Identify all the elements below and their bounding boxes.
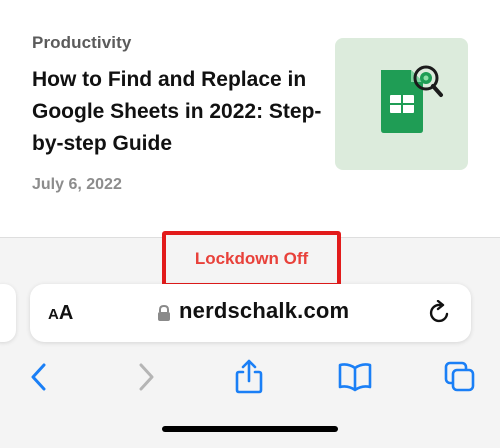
share-icon[interactable] <box>233 358 265 399</box>
google-sheets-search-icon <box>381 65 443 133</box>
reload-icon[interactable] <box>428 299 452 331</box>
previous-tab-peek[interactable] <box>0 284 16 342</box>
lockdown-highlight: Lockdown Off <box>162 231 341 287</box>
url-domain[interactable]: nerdschalk.com <box>179 298 349 324</box>
home-indicator[interactable] <box>162 426 338 432</box>
book-icon[interactable] <box>337 362 373 397</box>
address-bar[interactable]: AA nerdschalk.com <box>30 284 471 342</box>
article-category[interactable]: Productivity <box>32 33 131 53</box>
lock-icon <box>156 304 172 327</box>
chevron-right-icon[interactable] <box>134 362 158 397</box>
article-date: July 6, 2022 <box>32 176 122 193</box>
chevron-left-icon[interactable] <box>27 362 51 397</box>
text-size-button[interactable]: AA <box>48 302 73 325</box>
tabs-icon[interactable] <box>443 360 477 399</box>
article-title[interactable]: How to Find and Replace in Google Sheets… <box>32 64 322 160</box>
text-size-large-a: A <box>58 302 74 324</box>
text-size-small-a: A <box>48 306 59 323</box>
article-card[interactable]: Productivity How to Find and Replace in … <box>0 0 500 237</box>
lockdown-status[interactable]: Lockdown Off <box>195 249 308 269</box>
article-thumbnail[interactable] <box>335 38 468 170</box>
